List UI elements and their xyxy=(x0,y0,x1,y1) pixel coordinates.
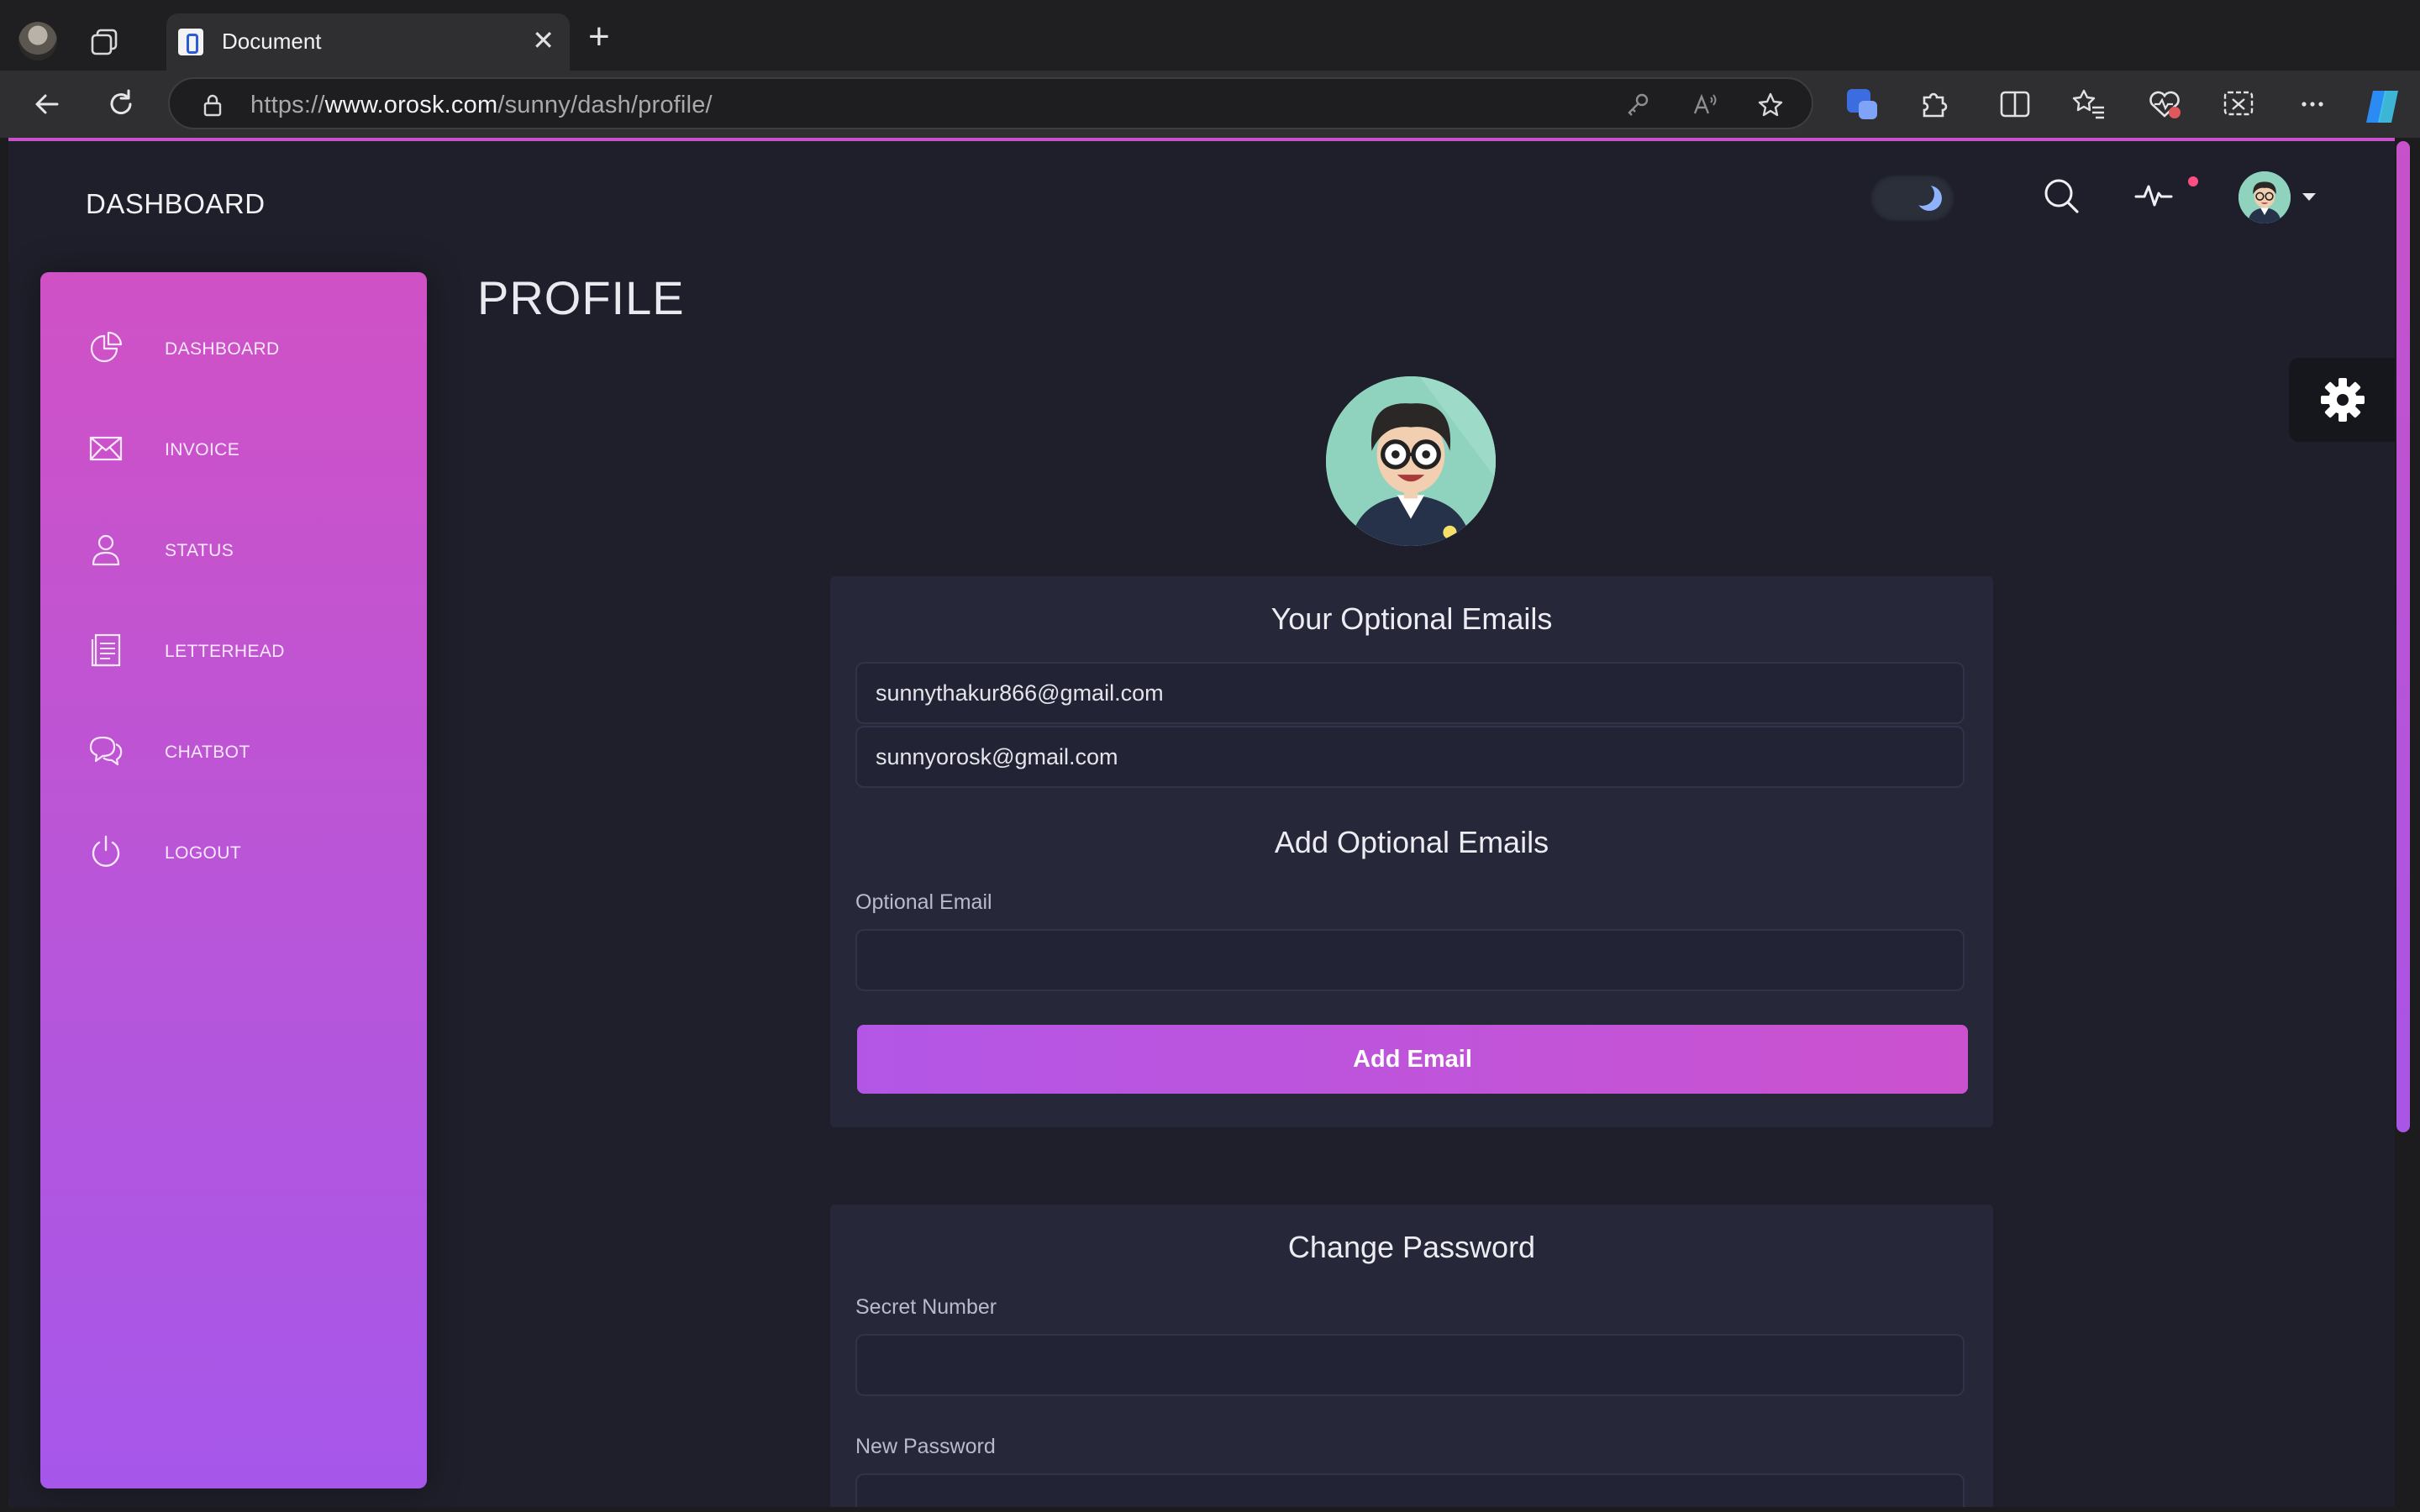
split-screen-icon[interactable] xyxy=(1996,86,2033,123)
avatar-illustration-icon xyxy=(2238,171,2291,223)
change-password-heading: Change Password xyxy=(1287,1230,1536,1264)
avatar[interactable] xyxy=(2238,171,2291,223)
add-optional-emails-heading: Add Optional Emails xyxy=(1274,825,1549,859)
pie-chart-icon xyxy=(90,331,123,363)
optional-email-value: sunnythakur866@gmail.com xyxy=(876,680,1164,706)
sidebar-item-label: LOGOUT xyxy=(165,843,242,863)
optional-emails-heading: Your Optional Emails xyxy=(1270,601,1553,636)
tab-title: Document xyxy=(222,29,322,54)
page-scrollbar[interactable] xyxy=(2396,141,2410,1132)
screenshot-capture-icon[interactable] xyxy=(2220,86,2257,123)
sidebar: DASHBOARD INVOICE STATUS LETTERHEAD CHAT… xyxy=(40,272,427,1488)
dashboard-page: DASHBOARD DASHBOARD INVOICE STATUS LETTE… xyxy=(8,138,2395,1507)
profile-illustration-icon xyxy=(1326,376,1496,546)
back-arrow-icon[interactable] xyxy=(30,87,64,121)
new-tab-button[interactable]: + xyxy=(588,18,610,55)
key-icon[interactable] xyxy=(1623,91,1652,119)
sidebar-item-invoice[interactable]: INVOICE xyxy=(40,415,427,482)
sidebar-item-logout[interactable]: LOGOUT xyxy=(40,818,427,885)
sidebar-item-label: INVOICE xyxy=(165,440,240,459)
more-options-icon[interactable] xyxy=(2294,86,2331,123)
app-title[interactable]: DASHBOARD xyxy=(86,188,266,220)
theme-toggle[interactable] xyxy=(1870,175,1954,222)
secret-number-input[interactable] xyxy=(857,1336,1963,1394)
gear-icon xyxy=(2321,378,2365,422)
sidebar-item-letterhead[interactable]: LETTERHEAD xyxy=(40,617,427,684)
secret-number-label: Secret Number xyxy=(855,1295,997,1319)
browser-profile-avatar[interactable] xyxy=(18,22,57,60)
new-password-label: New Password xyxy=(855,1435,996,1458)
optional-emails-card: Your Optional Emails sunnythakur866@gmai… xyxy=(830,576,1993,1127)
user-icon xyxy=(92,534,120,566)
favorites-list-icon[interactable] xyxy=(2070,86,2107,123)
profile-avatar[interactable] xyxy=(1326,376,1496,546)
notification-dot xyxy=(2188,176,2198,186)
chevron-down-icon[interactable] xyxy=(2302,193,2316,201)
extensions-puzzle-icon[interactable] xyxy=(1916,86,1953,123)
power-icon xyxy=(92,835,120,867)
site-favicon-icon xyxy=(178,29,203,55)
optional-email-label: Optional Email xyxy=(855,890,992,914)
optional-email-field[interactable] xyxy=(855,929,1965,991)
add-email-button[interactable]: Add Email xyxy=(857,1025,1968,1094)
address-bar[interactable]: https://www.orosk.com/sunny/dash/profile… xyxy=(168,77,1813,129)
secret-number-field[interactable] xyxy=(855,1334,1965,1396)
sidebar-item-label: DASHBOARD xyxy=(165,339,280,359)
optional-email-input[interactable] xyxy=(857,931,1963,990)
sidebar-item-label: STATUS xyxy=(165,541,234,560)
activity-icon[interactable] xyxy=(2133,175,2175,217)
favorite-star-icon[interactable] xyxy=(1756,91,1785,119)
optional-email-row: sunnyorosk@gmail.com xyxy=(855,726,1965,788)
settings-panel-toggle[interactable] xyxy=(2289,358,2395,442)
lock-icon[interactable] xyxy=(200,92,225,118)
copilot-icon[interactable] xyxy=(2361,86,2403,128)
new-password-input[interactable] xyxy=(857,1475,1963,1507)
optional-email-row: sunnythakur866@gmail.com xyxy=(855,662,1965,724)
moon-icon xyxy=(1912,182,1942,211)
close-tab-icon[interactable]: ✕ xyxy=(532,27,555,54)
optional-email-value: sunnyorosk@gmail.com xyxy=(876,744,1118,769)
workspaces-icon[interactable] xyxy=(87,25,121,59)
refresh-icon[interactable] xyxy=(104,87,138,121)
extension-app-icon[interactable] xyxy=(1844,86,1881,123)
sidebar-item-label: CHATBOT xyxy=(165,743,250,762)
chat-icon xyxy=(89,736,123,766)
change-password-card: Change Password Secret Number New Passwo… xyxy=(830,1205,1993,1507)
new-password-field[interactable] xyxy=(855,1473,1965,1507)
read-aloud-icon[interactable] xyxy=(1691,91,1719,119)
sidebar-item-status[interactable]: STATUS xyxy=(40,516,427,583)
sidebar-item-chatbot[interactable]: CHATBOT xyxy=(40,717,427,785)
sidebar-item-label: LETTERHEAD xyxy=(165,642,285,661)
browser-toolbar: https://www.orosk.com/sunny/dash/profile… xyxy=(0,71,2420,138)
url-text[interactable]: https://www.orosk.com/sunny/dash/profile… xyxy=(250,92,713,119)
active-tab[interactable]: Document ✕ xyxy=(166,13,570,71)
browser-health-icon[interactable] xyxy=(2146,86,2183,123)
page-title: PROFILE xyxy=(477,271,685,324)
document-icon xyxy=(91,633,121,667)
browser-tabstrip: Document ✕ + xyxy=(0,0,2420,71)
envelope-icon xyxy=(89,436,123,461)
sidebar-item-dashboard[interactable]: DASHBOARD xyxy=(40,314,427,381)
search-icon[interactable] xyxy=(2040,175,2082,217)
